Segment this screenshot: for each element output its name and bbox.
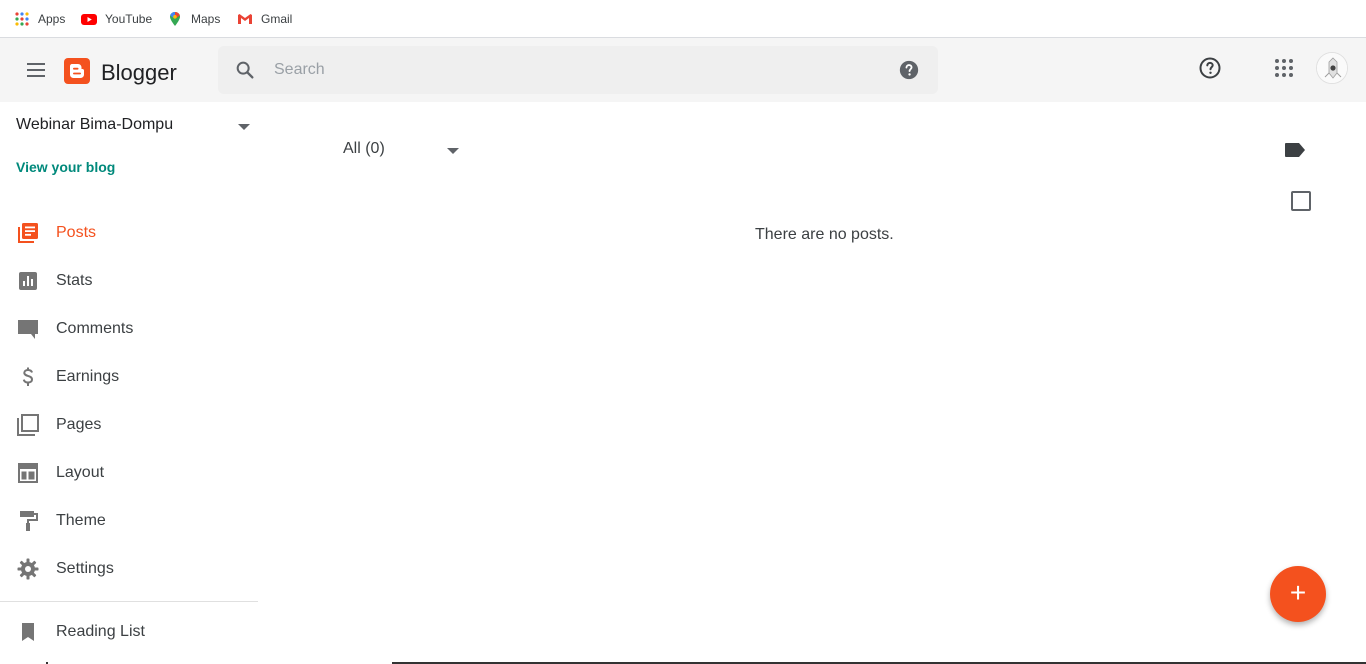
youtube-icon [81, 11, 97, 27]
help-icon[interactable] [1198, 56, 1222, 80]
sidebar-item-reading-list[interactable]: Reading List [0, 608, 258, 656]
bookmarks-top-edge [1204, 0, 1366, 1]
stats-icon [16, 269, 40, 293]
main-content: All (0) There are no posts. + [258, 102, 1366, 664]
comment-icon [16, 317, 40, 341]
app-header: Blogger [0, 38, 1366, 102]
sidebar-item-earnings[interactable]: Earnings [0, 353, 258, 401]
blog-selector[interactable]: Webinar Bima-Dompu [16, 116, 256, 138]
sidebar-item-label: Pages [56, 416, 102, 433]
dollar-icon [16, 365, 40, 389]
sidebar-item-label: Earnings [56, 368, 120, 385]
sidebar-item-label: Settings [56, 560, 114, 577]
bookmarks-bar: Apps YouTube Maps Gmail [0, 0, 1366, 38]
apps-grid-icon [14, 11, 30, 27]
brand-name[interactable]: Blogger [101, 60, 177, 86]
gmail-icon [237, 11, 253, 27]
chevron-down-icon [447, 148, 459, 154]
sidebar-item-posts[interactable]: Posts [0, 209, 258, 257]
blogger-logo-icon[interactable] [64, 58, 90, 84]
maps-pin-icon [167, 11, 183, 27]
view-blog-link[interactable]: View your blog [16, 159, 115, 175]
bookmark-gmail[interactable]: Gmail [237, 0, 292, 37]
select-all-checkbox[interactable] [1291, 191, 1311, 211]
search-input[interactable] [274, 56, 874, 84]
bookmark-icon [16, 620, 40, 644]
empty-posts-message: There are no posts. [755, 226, 894, 243]
pages-icon [16, 413, 40, 437]
bookmark-label: YouTube [105, 11, 153, 26]
sidebar-item-stats[interactable]: Stats [0, 257, 258, 305]
sidebar-item-label: Layout [56, 464, 105, 481]
sidebar-item-label: Theme [56, 512, 106, 529]
paint-roller-icon [16, 509, 40, 533]
posts-icon [16, 221, 40, 245]
sidebar-divider [0, 601, 258, 602]
gear-icon [16, 557, 40, 581]
filter-label: All (0) [343, 140, 385, 157]
new-post-button[interactable]: + [1270, 566, 1326, 622]
sidebar-item-pages[interactable]: Pages [0, 401, 258, 449]
chevron-down-icon [238, 124, 250, 130]
sidebar: Webinar Bima-Dompu View your blog Posts … [0, 102, 258, 664]
search-help-icon[interactable] [898, 59, 920, 81]
apps-grid-icon[interactable] [1274, 58, 1294, 78]
search-icon[interactable] [234, 59, 256, 81]
sidebar-item-label: Comments [56, 320, 134, 337]
menu-icon[interactable] [24, 58, 48, 82]
blog-name: Webinar Bima-Dompu [16, 116, 174, 133]
sidebar-item-settings[interactable]: Settings [0, 545, 258, 593]
post-filter-dropdown[interactable]: All (0) [343, 140, 463, 162]
sidebar-item-theme[interactable]: Theme [0, 497, 258, 545]
sidebar-item-label: Stats [56, 272, 93, 289]
sidebar-item-comments[interactable]: Comments [0, 305, 258, 353]
sidebar-item-label: Posts [56, 224, 97, 241]
layout-icon [16, 461, 40, 485]
search-bar [218, 46, 938, 94]
bookmark-maps[interactable]: Maps [167, 0, 220, 37]
bookmark-apps[interactable]: Apps [14, 0, 65, 37]
label-tag-icon[interactable] [1284, 142, 1306, 158]
avatar[interactable] [1316, 52, 1348, 84]
bookmark-label: Maps [191, 11, 221, 26]
bookmark-youtube[interactable]: YouTube [81, 0, 152, 37]
bookmark-label: Gmail [261, 11, 293, 26]
bookmark-label: Apps [38, 11, 66, 26]
sidebar-item-label: Reading List [56, 623, 145, 640]
sidebar-item-layout[interactable]: Layout [0, 449, 258, 497]
